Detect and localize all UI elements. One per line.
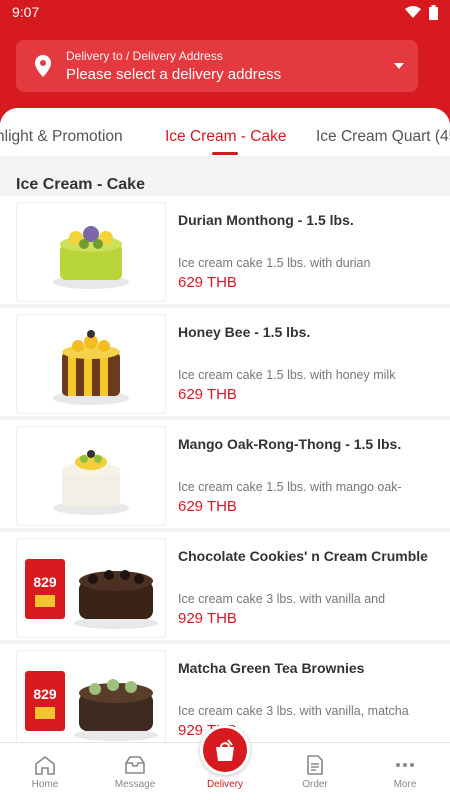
section-title: Ice Cream - Cake [16, 176, 145, 193]
chevron-down-icon [394, 63, 404, 69]
content-panel: hlight & Promotion Ice Cream - Cake Ice … [0, 108, 450, 800]
address-value: Please select a delivery address [66, 66, 282, 83]
product-price: 629 THB [178, 274, 237, 291]
honey-bee-cake-image [16, 314, 166, 414]
promo-badge-price: 829 [33, 686, 57, 702]
nav-delivery-label: Delivery [206, 779, 244, 790]
tab-highlight-promotion[interactable]: hlight & Promotion [0, 128, 123, 146]
product-title: Chocolate Cookies' n Cream Crumble [178, 548, 428, 564]
tab-ice-cream-cake[interactable]: Ice Cream - Cake [165, 128, 286, 146]
nav-home-label: Home [31, 779, 59, 790]
promo-badge-price: 829 [33, 574, 57, 590]
product-description: Ice cream cake 3 lbs. with vanilla and [178, 592, 386, 606]
product-description: Ice cream cake 1.5 lbs. with durian [178, 256, 371, 270]
mango-cake-image [16, 426, 166, 526]
nav-order[interactable]: Order [270, 743, 360, 800]
product-item[interactable]: Honey Bee - 1.5 lbs. Ice cream cake 1.5 … [0, 308, 450, 416]
product-description: Ice cream cake 3 lbs. with vanilla, matc… [178, 704, 409, 718]
product-title: Mango Oak-Rong-Thong - 1.5 lbs. [178, 436, 402, 452]
nav-message-label: Message [114, 779, 156, 790]
order-icon [307, 755, 323, 775]
cookies-cream-cake-image: 829 [16, 538, 166, 638]
category-tabs: hlight & Promotion Ice Cream - Cake Ice … [0, 108, 450, 156]
product-item[interactable]: 829 Chocolate Cookies' n Cream Crumble I… [0, 532, 450, 640]
status-bar: 9:07 [0, 0, 450, 24]
product-price: 629 THB [178, 498, 237, 515]
nav-more-label: More [393, 779, 417, 790]
nav-more[interactable]: More [360, 743, 450, 800]
delivery-icon [216, 739, 234, 761]
delivery-fab-button[interactable] [200, 725, 250, 775]
delivery-address-selector[interactable]: Delivery to / Delivery Address Please se… [16, 40, 418, 92]
nav-message[interactable]: Message [90, 743, 180, 800]
tab-ice-cream-quart[interactable]: Ice Cream Quart (45 [316, 128, 450, 146]
matcha-cake-image: 829 [16, 650, 166, 750]
address-label: Delivery to / Delivery Address [66, 49, 223, 63]
nav-order-label: Order [302, 779, 328, 790]
active-tab-indicator [212, 152, 238, 155]
durian-cake-image [16, 202, 166, 302]
product-title: Durian Monthong - 1.5 lbs. [178, 212, 354, 228]
product-description: Ice cream cake 1.5 lbs. with honey milk [178, 368, 396, 382]
home-icon [35, 755, 55, 775]
nav-home[interactable]: Home [0, 743, 90, 800]
more-icon [396, 763, 414, 767]
product-description: Ice cream cake 1.5 lbs. with mango oak- [178, 480, 402, 494]
location-pin-icon [30, 55, 56, 77]
battery-icon [429, 4, 438, 20]
product-price: 929 THB [178, 610, 237, 627]
product-item[interactable]: Mango Oak-Rong-Thong - 1.5 lbs. Ice crea… [0, 420, 450, 528]
wifi-icon [405, 6, 421, 18]
message-icon [125, 756, 145, 774]
product-title: Matcha Green Tea Brownies [178, 660, 365, 676]
status-time: 9:07 [12, 4, 40, 20]
product-item[interactable]: Durian Monthong - 1.5 lbs. Ice cream cak… [0, 196, 450, 304]
product-price: 629 THB [178, 386, 237, 403]
product-title: Honey Bee - 1.5 lbs. [178, 324, 311, 340]
